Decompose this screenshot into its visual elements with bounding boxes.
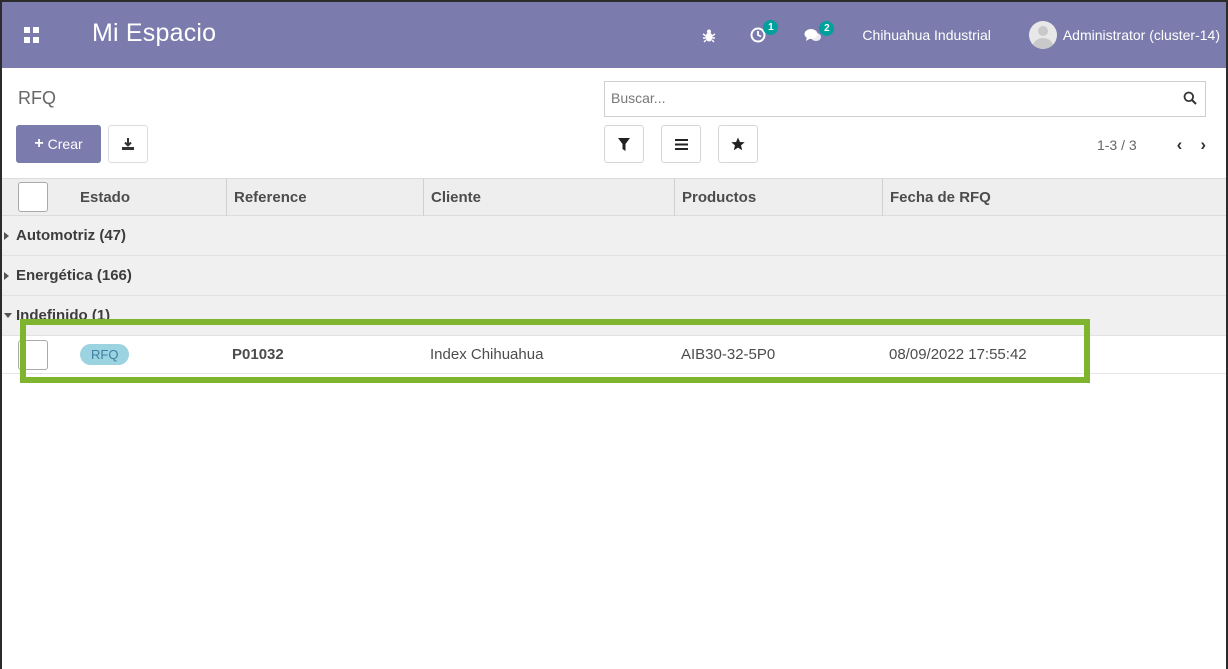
control-panel: RFQ + Crear 1-3 / 3 ‹ › — [2, 68, 1226, 178]
column-header-estado[interactable]: Estado — [80, 189, 130, 206]
star-icon — [731, 137, 745, 151]
navbar-systray: 1 2 Chihuahua Industrial Administrator (… — [702, 2, 1220, 68]
group-row-energetica[interactable]: Energética (166) — [2, 256, 1226, 296]
create-button-label: Crear — [47, 136, 83, 152]
favorites-button[interactable] — [718, 125, 758, 163]
row-checkbox[interactable] — [18, 340, 48, 370]
cell-fecha: 08/09/2022 17:55:42 — [889, 346, 1027, 363]
group-row-automotriz[interactable]: Automotriz (47) — [2, 216, 1226, 256]
top-navbar: Mi Espacio 1 2 Chihuahua Industrial Admi… — [2, 2, 1226, 68]
cell-cliente: Index Chihuahua — [430, 346, 544, 363]
caret-right-icon — [4, 272, 9, 280]
table-row[interactable]: RFQ P01032 Index Chihuahua AIB30-32-5P0 … — [2, 336, 1226, 374]
list-bars-icon — [674, 138, 688, 150]
column-header-reference[interactable]: Reference — [226, 179, 307, 217]
search-icon[interactable] — [1183, 91, 1197, 110]
caret-right-icon — [4, 232, 9, 240]
cell-productos: AIB30-32-5P0 — [681, 346, 776, 363]
group-label: Automotriz (47) — [16, 227, 126, 244]
pager-value[interactable]: 1-3 / 3 — [1097, 137, 1137, 153]
apps-menu-icon[interactable] — [24, 27, 40, 43]
app-title: Mi Espacio — [92, 19, 217, 47]
download-button[interactable] — [108, 125, 148, 163]
messages-count-badge: 2 — [819, 20, 835, 36]
rfq-list-table: Estado Reference Cliente Productos Fecha… — [2, 178, 1226, 374]
breadcrumb: RFQ — [18, 88, 56, 108]
search-input[interactable] — [611, 90, 1151, 106]
group-label: Indefinido (1) — [16, 307, 111, 324]
column-header-fecha[interactable]: Fecha de RFQ — [882, 179, 991, 217]
filters-button[interactable] — [604, 125, 644, 163]
column-header-productos[interactable]: Productos — [674, 179, 756, 217]
table-header: Estado Reference Cliente Productos Fecha… — [2, 178, 1226, 217]
activity-clock-icon[interactable]: 1 — [750, 20, 779, 43]
user-menu[interactable]: Administrator (cluster-14) — [1063, 27, 1220, 43]
filter-funnel-icon — [618, 137, 630, 151]
create-button[interactable]: + Crear — [16, 125, 101, 163]
pager-previous-chevron-icon[interactable]: ‹ — [1177, 135, 1183, 155]
user-avatar[interactable] — [1028, 21, 1057, 49]
search-bar — [604, 81, 1206, 117]
pager: 1-3 / 3 ‹ › — [1097, 135, 1206, 155]
select-all-checkbox[interactable] — [18, 182, 48, 212]
messages-chat-icon[interactable]: 2 — [804, 20, 835, 43]
caret-down-icon — [4, 313, 12, 318]
group-by-button[interactable] — [661, 125, 701, 163]
download-icon — [122, 138, 134, 150]
pager-next-chevron-icon[interactable]: › — [1200, 135, 1206, 155]
debug-bug-icon[interactable] — [702, 28, 716, 43]
status-badge: RFQ — [80, 344, 130, 365]
group-label: Energética (166) — [16, 267, 132, 284]
activity-count-badge: 1 — [763, 20, 779, 35]
column-header-cliente[interactable]: Cliente — [423, 179, 481, 217]
cell-reference: P01032 — [232, 346, 284, 363]
company-switcher[interactable]: Chihuahua Industrial — [862, 27, 990, 43]
group-row-indefinido[interactable]: Indefinido (1) — [2, 296, 1226, 336]
app-window: Mi Espacio 1 2 Chihuahua Industrial Admi… — [0, 0, 1228, 669]
plus-icon: + — [34, 135, 44, 152]
